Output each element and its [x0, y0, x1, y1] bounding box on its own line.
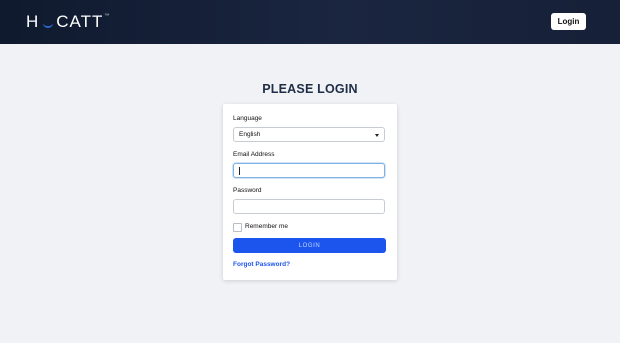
password-label: Password [233, 187, 262, 194]
remember-me-checkbox[interactable] [233, 223, 242, 232]
email-field[interactable] [233, 163, 385, 178]
forgot-password-link[interactable]: Forgot Password? [233, 261, 290, 268]
caret-down-icon [375, 134, 379, 137]
logo-text-catt: CATT [56, 12, 104, 31]
language-label: Language [233, 115, 262, 122]
login-card: Language English Email Address Password … [223, 104, 397, 280]
language-select-value: English [239, 131, 261, 138]
language-select[interactable]: English [233, 127, 385, 142]
page-title: PLEASE LOGIN [262, 82, 358, 96]
text-cursor [239, 167, 240, 175]
login-submit-button[interactable]: LOGIN [233, 238, 386, 253]
password-field[interactable] [233, 199, 385, 214]
logo-crescent-icon [43, 23, 54, 28]
email-label: Email Address [233, 151, 275, 158]
logo-text-h: H [26, 12, 40, 31]
remember-me-label[interactable]: Remember me [245, 223, 288, 230]
top-navbar: H CATT ™ Login [0, 0, 620, 44]
header-login-button[interactable]: Login [551, 13, 586, 30]
logo-trademark: ™ [104, 13, 111, 19]
hocatt-logo[interactable]: H CATT ™ [26, 12, 110, 32]
